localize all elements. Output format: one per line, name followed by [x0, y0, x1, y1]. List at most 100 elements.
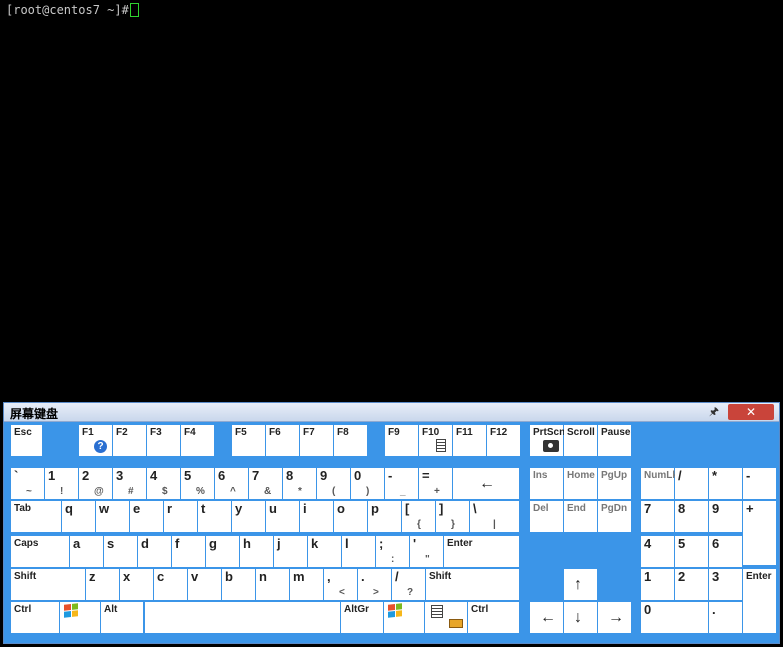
t-key[interactable]: t — [198, 501, 231, 532]
l-key[interactable]: l — [342, 536, 375, 567]
period-key[interactable]: . > — [358, 569, 391, 600]
g-key[interactable]: g — [206, 536, 239, 567]
c-key[interactable]: c — [154, 569, 187, 600]
numpad-5-key[interactable]: 5 — [675, 536, 708, 567]
comma-key[interactable]: , < — [324, 569, 357, 600]
p-key[interactable]: p — [368, 501, 401, 532]
numpad-4-key[interactable]: 4 — [641, 536, 674, 567]
backtick-key[interactable]: ` ~ — [11, 468, 44, 499]
menu-key[interactable] — [425, 602, 467, 633]
numpad-0-key[interactable]: 0 — [641, 602, 708, 633]
u-key[interactable]: u — [266, 501, 299, 532]
s-key[interactable]: s — [104, 536, 137, 567]
e-key[interactable]: e — [130, 501, 163, 532]
right-shift-key[interactable]: Shift — [426, 569, 519, 600]
digit-1-key[interactable]: 1! — [45, 468, 78, 499]
left-windows-key[interactable] — [60, 602, 100, 633]
j-key[interactable]: j — [274, 536, 307, 567]
pgup-key[interactable]: PgUp — [598, 468, 631, 499]
f8-key[interactable]: F8 — [334, 425, 367, 456]
numpad-add-key[interactable]: + — [743, 501, 776, 565]
digit-9-key[interactable]: 9( — [317, 468, 350, 499]
numpad-9-key[interactable]: 9 — [709, 501, 742, 532]
w-key[interactable]: w — [96, 501, 129, 532]
a-key[interactable]: a — [70, 536, 103, 567]
del-key[interactable]: Del — [530, 501, 563, 532]
esc-key[interactable]: Esc — [11, 425, 42, 456]
ins-key[interactable]: Ins — [530, 468, 563, 499]
scroll-key[interactable]: Scroll — [564, 425, 597, 456]
numpad-3-key[interactable]: 3 — [709, 569, 742, 600]
minus-key[interactable]: - _ — [385, 468, 418, 499]
semicolon-key[interactable]: ;: — [376, 536, 409, 567]
pause-key[interactable]: Pause — [598, 425, 631, 456]
numlock-key[interactable]: NumLk — [641, 468, 678, 499]
tab-key[interactable]: Tab — [11, 501, 61, 532]
x-key[interactable]: x — [120, 569, 153, 600]
numpad-enter-key[interactable]: Enter — [743, 569, 776, 633]
numpad-subtract-key[interactable]: - — [743, 468, 776, 499]
alt-key[interactable]: Alt — [101, 602, 143, 633]
k-key[interactable]: k — [308, 536, 341, 567]
digit-7-key[interactable]: 7 & — [249, 468, 282, 499]
backspace-key[interactable]: ← — [453, 468, 519, 499]
h-key[interactable]: h — [240, 536, 273, 567]
i-key[interactable]: i — [300, 501, 333, 532]
f-key[interactable]: f — [172, 536, 205, 567]
numpad-multiply-key[interactable]: * — [709, 468, 742, 499]
down-arrow-key[interactable]: ↓ — [564, 602, 597, 633]
f4-key[interactable]: F4 — [181, 425, 214, 456]
numpad-6-key[interactable]: 6 — [709, 536, 742, 567]
numpad-7-key[interactable]: 7 — [641, 501, 674, 532]
terminal-window[interactable]: [root@centos7 ~]# — [0, 0, 783, 400]
n-key[interactable]: n — [256, 569, 289, 600]
z-key[interactable]: z — [86, 569, 119, 600]
f6-key[interactable]: F6 — [266, 425, 299, 456]
f2-key[interactable]: F2 — [113, 425, 146, 456]
equals-key[interactable]: = + — [419, 468, 452, 499]
left-bracket-key[interactable]: [{ — [402, 501, 435, 532]
f12-key[interactable]: F12 — [487, 425, 520, 456]
right-ctrl-key[interactable]: Ctrl — [468, 602, 519, 633]
numpad-8-key[interactable]: 8 — [675, 501, 708, 532]
prtscn-key[interactable]: PrtScn — [530, 425, 565, 456]
caps-key[interactable]: Caps — [11, 536, 69, 567]
d-key[interactable]: d — [138, 536, 171, 567]
o-key[interactable]: o — [334, 501, 367, 532]
f9-key[interactable]: F9 — [385, 425, 418, 456]
f5-key[interactable]: F5 — [232, 425, 265, 456]
quote-key[interactable]: ' " — [410, 536, 443, 567]
digit-6-key[interactable]: 6 ^ — [215, 468, 248, 499]
backslash-key[interactable]: \ | — [470, 501, 519, 532]
left-ctrl-key[interactable]: Ctrl — [11, 602, 59, 633]
numpad-decimal-key[interactable]: . — [709, 602, 742, 633]
enter-key[interactable]: Enter — [444, 536, 519, 567]
slash-key[interactable]: /? — [392, 569, 425, 600]
f3-key[interactable]: F3 — [147, 425, 180, 456]
home-key[interactable]: Home — [564, 468, 597, 499]
left-shift-key[interactable]: Shift — [11, 569, 85, 600]
v-key[interactable]: v — [188, 569, 221, 600]
r-key[interactable]: r — [164, 501, 197, 532]
f1-key[interactable]: F1? — [79, 425, 112, 456]
left-arrow-key[interactable]: ← — [530, 602, 563, 633]
right-windows-key[interactable] — [384, 602, 424, 633]
q-key[interactable]: q — [62, 501, 95, 532]
y-key[interactable]: y — [232, 501, 265, 532]
f11-key[interactable]: F11 — [453, 425, 486, 456]
numpad-1-key[interactable]: 1 — [641, 569, 674, 600]
f7-key[interactable]: F7 — [300, 425, 333, 456]
up-arrow-key[interactable]: ↑ — [564, 569, 597, 600]
f10-key[interactable]: F10 — [419, 425, 452, 456]
pgdn-key[interactable]: PgDn — [598, 501, 631, 532]
digit-4-key[interactable]: 4 $ — [147, 468, 180, 499]
digit-5-key[interactable]: 5% — [181, 468, 214, 499]
digit-0-key[interactable]: 0) — [351, 468, 384, 499]
m-key[interactable]: m — [290, 569, 323, 600]
altgr-key[interactable]: AltGr — [341, 602, 383, 633]
space-key[interactable] — [145, 602, 340, 633]
right-arrow-key[interactable]: → — [598, 602, 631, 633]
right-bracket-key[interactable]: ]} — [436, 501, 469, 532]
b-key[interactable]: b — [222, 569, 255, 600]
digit-2-key[interactable]: 2 @ — [79, 468, 112, 499]
